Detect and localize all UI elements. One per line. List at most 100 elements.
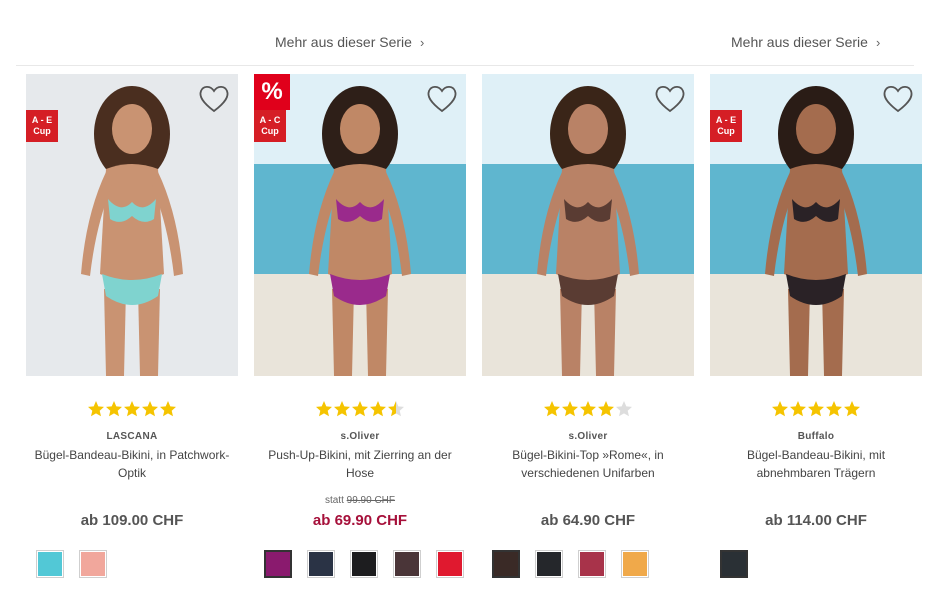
- star-icon: [160, 401, 176, 417]
- color-swatch[interactable]: [79, 550, 107, 578]
- star-icon: [106, 401, 122, 417]
- product-card[interactable]: A - E Cup LASCANA Bügel-Bandeau-Bikini, …: [26, 74, 238, 604]
- heart-outline-icon[interactable]: [882, 84, 914, 114]
- color-swatch[interactable]: [436, 550, 464, 578]
- cup-badge-range: A - E: [715, 115, 737, 125]
- divider: [16, 65, 914, 66]
- product-price: ab 109.00 CHF: [80, 512, 184, 529]
- rating-stars: [26, 400, 238, 420]
- color-swatch[interactable]: [350, 550, 378, 578]
- cup-badge-label: Cup: [33, 126, 51, 136]
- star-icon: [790, 401, 806, 417]
- chevron-right-icon: ›: [419, 34, 425, 50]
- cup-size-badge: A - E Cup: [26, 110, 58, 142]
- star-icon: [316, 401, 332, 417]
- star-icon: [334, 401, 350, 417]
- cup-badge-label: Cup: [261, 126, 279, 136]
- star-rating-svg: [544, 401, 632, 417]
- color-swatch-fill: [494, 552, 518, 576]
- photo-head: [796, 104, 836, 154]
- product-price: ab 64.90 CHF: [540, 512, 636, 529]
- product-name[interactable]: Push-Up-Bikini, mit Zierring an der Hose: [260, 446, 460, 482]
- product-image[interactable]: A - E Cup: [26, 74, 238, 376]
- color-swatch-fill: [722, 552, 746, 576]
- heart-outline-icon[interactable]: [426, 84, 458, 114]
- more-from-series-label: Mehr aus dieser Serie: [731, 34, 868, 50]
- product-image[interactable]: A - E Cup: [710, 74, 922, 376]
- color-swatch-fill: [580, 552, 604, 576]
- product-image[interactable]: % A - C Cup: [254, 74, 466, 376]
- color-swatch-fill: [266, 552, 290, 576]
- photo-head: [112, 104, 152, 154]
- star-icon: [124, 401, 140, 417]
- product-brand: LASCANA: [106, 431, 158, 442]
- product-photo: [482, 74, 694, 376]
- more-from-series-link-2[interactable]: Mehr aus dieser Serie ›: [731, 34, 880, 50]
- product-price: ab 69.90 CHF: [312, 512, 408, 529]
- color-swatch-fill: [309, 552, 333, 576]
- color-swatch-fill: [537, 552, 561, 576]
- product-card[interactable]: A - E Cup Buffalo Bügel-Bandeau-Bikini, …: [710, 74, 922, 604]
- product-brand: s.Oliver: [340, 431, 380, 442]
- color-swatches: [36, 550, 107, 578]
- color-swatch[interactable]: [578, 550, 606, 578]
- product-card[interactable]: % A - C Cup s.Oliver Push-Up-Bikini, mit…: [254, 74, 466, 604]
- old-price: statt 99.90 CHF: [254, 495, 466, 506]
- star-icon: [808, 401, 824, 417]
- star-icon: [580, 401, 596, 417]
- color-swatch[interactable]: [492, 550, 520, 578]
- star-icon: [616, 401, 632, 417]
- more-from-series-label: Mehr aus dieser Serie: [275, 34, 412, 50]
- star-icon: [772, 401, 788, 417]
- color-swatch[interactable]: [720, 550, 748, 578]
- product-card[interactable]: s.Oliver Bügel-Bikini-Top »Rome«, in ver…: [482, 74, 694, 604]
- product-name[interactable]: Bügel-Bandeau-Bikini, in Patchwork-Optik: [32, 446, 232, 482]
- sale-badge: %: [254, 74, 290, 110]
- star-icon: [352, 401, 368, 417]
- color-swatch[interactable]: [264, 550, 292, 578]
- star-icon: [562, 401, 578, 417]
- cup-badge-range: A - E: [31, 115, 53, 125]
- product-brand: s.Oliver: [568, 431, 608, 442]
- product-name[interactable]: Bügel-Bikini-Top »Rome«, in verschiedene…: [488, 446, 688, 482]
- color-swatches: [720, 550, 748, 578]
- color-swatch-fill: [438, 552, 462, 576]
- color-swatch[interactable]: [621, 550, 649, 578]
- color-swatch-fill: [81, 552, 105, 576]
- cup-badge-label: Cup: [717, 126, 735, 136]
- product-image[interactable]: [482, 74, 694, 376]
- color-swatch-fill: [623, 552, 647, 576]
- cup-size-badge: A - C Cup: [254, 110, 286, 142]
- chevron-right-icon: ›: [875, 34, 881, 50]
- old-price-value: 99.90 CHF: [346, 495, 396, 506]
- star-icon: [844, 401, 860, 417]
- old-price-prefix: statt: [324, 495, 344, 506]
- star-rating-svg: [316, 401, 404, 417]
- color-swatches: [264, 550, 464, 578]
- star-icon: [598, 401, 614, 417]
- product-brand: Buffalo: [797, 431, 835, 442]
- more-from-series-link-1[interactable]: Mehr aus dieser Serie ›: [275, 34, 424, 50]
- cup-size-badge: A - E Cup: [710, 110, 742, 142]
- cup-badge-range: A - C: [259, 115, 281, 125]
- star-icon: [388, 401, 404, 417]
- heart-outline-icon[interactable]: [198, 84, 230, 114]
- star-icon: [370, 401, 386, 417]
- color-swatch[interactable]: [535, 550, 563, 578]
- photo-head: [340, 104, 380, 154]
- color-swatch-fill: [395, 552, 419, 576]
- photo-head: [568, 104, 608, 154]
- product-price: ab 114.00 CHF: [765, 512, 867, 529]
- rating-stars: [710, 400, 922, 420]
- color-swatch[interactable]: [36, 550, 64, 578]
- rating-stars: [254, 400, 466, 420]
- color-swatch[interactable]: [393, 550, 421, 578]
- star-icon: [544, 401, 560, 417]
- color-swatch-fill: [352, 552, 376, 576]
- star-icon: [826, 401, 842, 417]
- product-name[interactable]: Bügel-Bandeau-Bikini, mit abnehmbaren Tr…: [716, 446, 916, 482]
- heart-outline-icon[interactable]: [654, 84, 686, 114]
- star-icon: [142, 401, 158, 417]
- color-swatch[interactable]: [307, 550, 335, 578]
- rating-stars: [482, 400, 694, 420]
